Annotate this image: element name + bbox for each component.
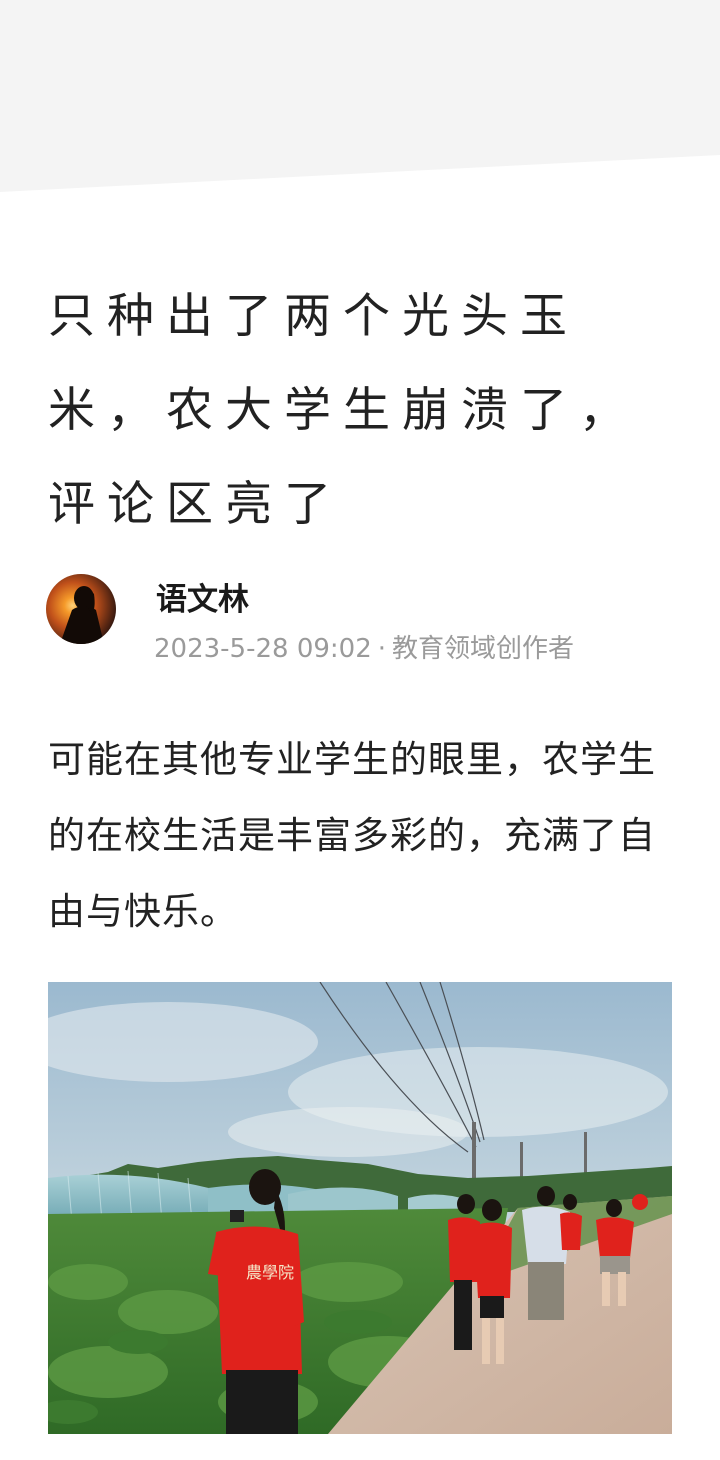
- avatar[interactable]: [46, 574, 116, 644]
- top-banner-bg: [0, 0, 720, 192]
- author-name[interactable]: 语文林: [156, 580, 249, 620]
- author-row[interactable]: 语文林 2023-5-28 09:02 · 教育领域创作者: [46, 572, 686, 664]
- post-timestamp: 2023-5-28 09:02: [154, 634, 372, 664]
- post-meta: 2023-5-28 09:02 · 教育领域创作者: [154, 632, 574, 666]
- article-photo[interactable]: 農學院: [48, 982, 672, 1434]
- meta-separator: ·: [377, 634, 387, 664]
- article-page: 只种出了两个光头玉米，农大学生崩溃了，评论区亮了 语文林 2023-5-28 0…: [0, 0, 720, 1460]
- shirt-print: 農學院: [246, 1263, 294, 1282]
- article-paragraph: 可能在其他专业学生的眼里，农学生的在校生活是丰富多彩的，充满了自由与快乐。: [48, 738, 656, 933]
- author-tag: 教育领域创作者: [392, 634, 575, 664]
- avatar-silhouette-icon: [60, 586, 104, 644]
- field-trip-photo: 農學院: [48, 982, 672, 1434]
- article-title: 只种出了两个光头玉米，农大学生崩溃了，评论区亮了: [48, 289, 638, 532]
